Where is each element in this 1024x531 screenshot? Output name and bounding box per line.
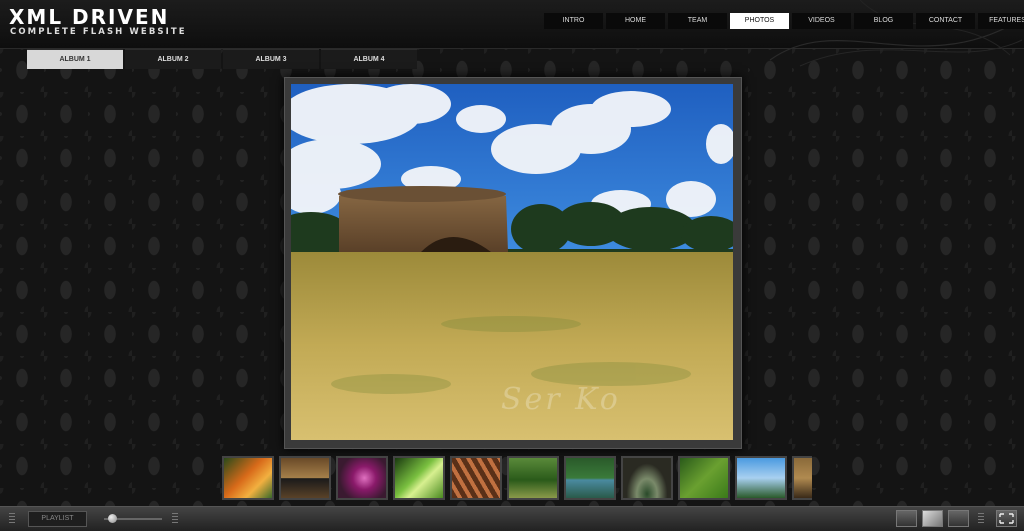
thumb-stone-wall[interactable] (792, 456, 812, 500)
fullscreen-arrows-icon (999, 513, 1014, 524)
view-mode-3-icon[interactable] (948, 510, 969, 527)
thumb-stone-arch[interactable] (279, 456, 331, 500)
view-mode-2-icon[interactable] (922, 510, 943, 527)
nav-features[interactable]: FEATURES (978, 13, 1024, 29)
main-nav: INTRO HOME TEAM PHOTOS VIDEOS BLOG CONTA… (544, 13, 1024, 29)
tab-album-3[interactable]: ALBUM 3 (223, 49, 319, 69)
nav-team[interactable]: TEAM (668, 13, 727, 29)
logo-title: XML DRIVEN (9, 5, 170, 29)
main-photo[interactable]: Ser Ko (291, 84, 733, 440)
thumb-tree-arch[interactable] (621, 456, 673, 500)
grip-handle-mid[interactable] (172, 513, 178, 523)
thumbnail-strip (222, 456, 812, 502)
grip-handle-right[interactable] (978, 513, 984, 523)
fullscreen-icon[interactable] (996, 510, 1017, 527)
nav-videos[interactable]: VIDEOS (792, 13, 851, 29)
nav-photos[interactable]: PHOTOS (730, 13, 789, 29)
tab-album-1[interactable]: ALBUM 1 (27, 49, 123, 69)
grip-handle-left[interactable] (9, 513, 15, 523)
album-tabs: ALBUM 1 ALBUM 2 ALBUM 3 ALBUM 4 (27, 49, 419, 69)
nav-blog[interactable]: BLOG (854, 13, 913, 29)
photo-watermark: Ser Ko (501, 382, 621, 417)
thumb-pond[interactable] (564, 456, 616, 500)
playlist-button[interactable]: PLAYLIST (28, 511, 87, 527)
main-photo-frame: Ser Ko (284, 77, 742, 449)
decorative-swirl (769, 0, 1023, 67)
thumb-green-leaf[interactable] (393, 456, 445, 500)
thumb-brown-bark[interactable] (450, 456, 502, 500)
nav-intro[interactable]: INTRO (544, 13, 603, 29)
thumb-forest-path[interactable] (507, 456, 559, 500)
nav-home[interactable]: HOME (606, 13, 665, 29)
tab-album-4[interactable]: ALBUM 4 (321, 49, 417, 69)
thumb-blue-sky[interactable] (735, 456, 787, 500)
bottom-control-bar: PLAYLIST (0, 506, 1024, 531)
thumb-orange-flower[interactable] (222, 456, 274, 500)
view-mode-1-icon[interactable] (896, 510, 917, 527)
thumb-grass[interactable] (678, 456, 730, 500)
thumb-purple-flower[interactable] (336, 456, 388, 500)
tab-album-2[interactable]: ALBUM 2 (125, 49, 221, 69)
volume-slider-knob[interactable] (108, 514, 118, 523)
nav-contact[interactable]: CONTACT (916, 13, 975, 29)
logo-subtitle: COMPLETE FLASH WEBSITE (10, 27, 187, 37)
header: XML DRIVEN COMPLETE FLASH WEBSITE INTRO … (0, 0, 1024, 67)
